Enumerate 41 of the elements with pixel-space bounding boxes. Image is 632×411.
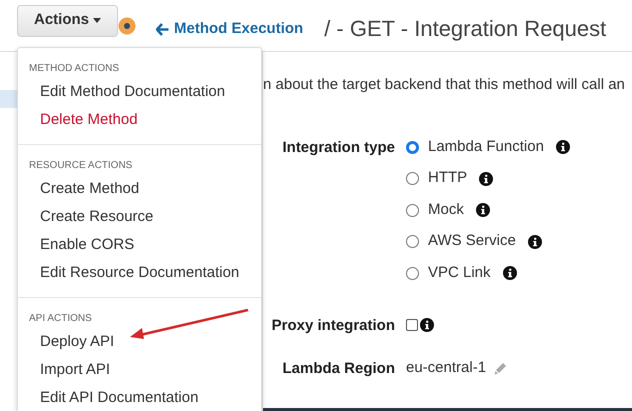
radio-label: VPC Link — [428, 262, 491, 283]
field-label: Integration type — [281, 138, 395, 158]
radio-button[interactable] — [406, 266, 419, 280]
info-icon[interactable] — [502, 266, 517, 280]
menu-section-heading: METHOD ACTIONS — [28, 62, 120, 75]
field-label: Lambda Region — [281, 358, 395, 378]
radio-button[interactable] — [406, 172, 419, 185]
menu-section-heading: RESOURCE ACTIONS — [28, 159, 134, 172]
menu-item[interactable]: Edit Method Documentation — [18, 78, 261, 106]
menu-section-heading: API ACTIONS — [28, 312, 93, 325]
menu-item[interactable]: Import API — [18, 356, 261, 384]
menu-item[interactable]: Edit API Documentation — [18, 384, 261, 411]
caret-icon — [93, 18, 102, 23]
radio-button[interactable] — [406, 204, 419, 216]
info-icon[interactable] — [528, 234, 542, 248]
radio-label: Lambda Function — [428, 136, 544, 157]
field-label: Proxy integration — [270, 316, 395, 336]
menu-item[interactable]: Edit Resource Documentation — [18, 259, 261, 287]
radio-button[interactable] — [406, 140, 419, 154]
radio-button[interactable] — [406, 235, 419, 248]
info-icon[interactable] — [476, 203, 490, 217]
menu-item[interactable]: Create Resource — [18, 203, 261, 231]
arrow-left-icon — [156, 23, 170, 36]
description-text: n about the target backend that this method will call an — [263, 75, 626, 95]
menu-item[interactable]: Enable CORS — [18, 231, 261, 259]
radio-label: Mock — [428, 200, 464, 220]
radio-label: AWS Service — [428, 231, 516, 252]
checkbox[interactable] — [406, 319, 418, 331]
info-icon[interactable] — [556, 140, 570, 154]
back-link[interactable]: Method Execution — [156, 18, 304, 41]
radio-label: HTTP — [428, 168, 468, 188]
page-title: / - GET - Integration Request — [324, 15, 606, 43]
info-icon[interactable] — [479, 172, 494, 186]
menu-item[interactable]: Delete Method — [18, 106, 261, 134]
menu-item[interactable]: Deploy API — [18, 328, 261, 356]
sidebar-item-highlight — [0, 90, 17, 108]
status-dot-icon — [118, 16, 136, 34]
field-value: eu-central-1 — [406, 358, 486, 378]
info-icon[interactable] — [420, 318, 434, 332]
actions-button[interactable]: Actions — [17, 4, 118, 36]
menu-item[interactable]: Create Method — [18, 175, 261, 203]
